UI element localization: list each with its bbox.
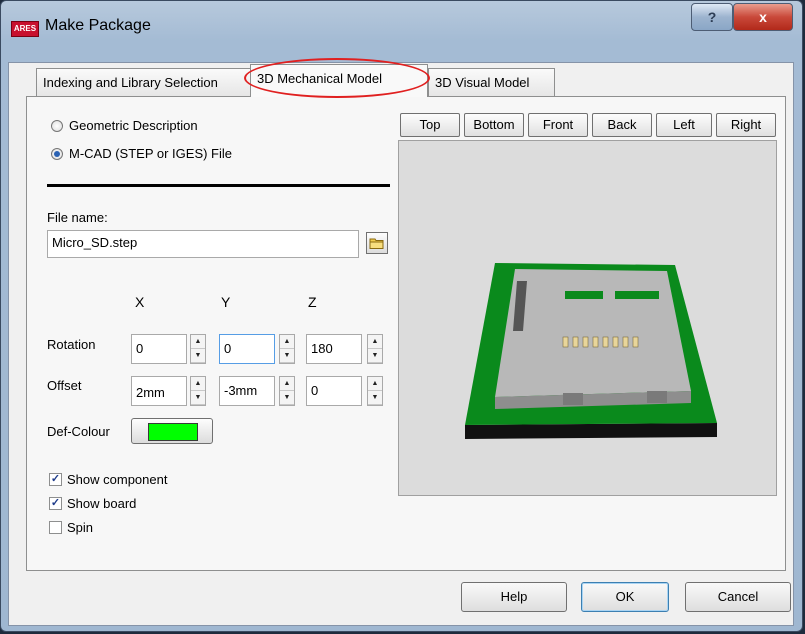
view-bottom-button[interactable]: Bottom bbox=[464, 113, 524, 137]
axis-y-header: Y bbox=[221, 294, 231, 310]
spin-down-icon[interactable]: ▼ bbox=[368, 349, 382, 363]
help-button[interactable]: Help bbox=[461, 582, 567, 612]
file-name-label: File name: bbox=[47, 210, 108, 225]
rotation-label: Rotation bbox=[47, 337, 96, 352]
cancel-button[interactable]: Cancel bbox=[685, 582, 791, 612]
view-left-button[interactable]: Left bbox=[656, 113, 712, 137]
file-name-input[interactable]: Micro_SD.step bbox=[47, 230, 359, 258]
window-title: Make Package bbox=[45, 17, 151, 34]
rotation-x-spinner[interactable]: ▲ ▼ bbox=[190, 334, 206, 364]
view-top-button[interactable]: Top bbox=[400, 113, 460, 137]
browse-file-button[interactable] bbox=[366, 232, 388, 254]
mcad-file-option[interactable]: M-CAD (STEP or IGES) File bbox=[51, 146, 232, 161]
shield-tab-1 bbox=[563, 393, 583, 405]
view-front-button[interactable]: Front bbox=[528, 113, 588, 137]
shield-tab-2 bbox=[647, 391, 667, 403]
tab-3d-mechanical-model[interactable]: 3D Mechanical Model bbox=[250, 64, 428, 97]
mcad-file-label: M-CAD (STEP or IGES) File bbox=[69, 146, 233, 161]
mcad-file-radio[interactable] bbox=[51, 147, 63, 160]
spin-up-icon[interactable]: ▲ bbox=[191, 377, 205, 391]
show-component-label: Show component bbox=[67, 472, 168, 487]
spin-option[interactable]: Spin bbox=[49, 520, 93, 535]
offset-label: Offset bbox=[47, 378, 82, 393]
geometric-description-option[interactable]: Geometric Description bbox=[51, 118, 198, 133]
view-right-button[interactable]: Right bbox=[716, 113, 776, 137]
show-component-checkbox[interactable]: ✓ bbox=[49, 473, 62, 486]
offset-z-input[interactable]: 0 bbox=[306, 376, 362, 406]
colour-swatch bbox=[148, 423, 198, 441]
component-window-2 bbox=[615, 291, 659, 299]
component-window-1 bbox=[565, 291, 603, 299]
ares-app-icon: ARES bbox=[11, 21, 39, 37]
3d-preview-viewport[interactable] bbox=[398, 140, 777, 496]
axis-x-header: X bbox=[135, 294, 145, 310]
spin-up-icon[interactable]: ▲ bbox=[368, 335, 382, 349]
show-component-option[interactable]: ✓ Show component bbox=[49, 472, 167, 487]
rotation-x-input[interactable]: 0 bbox=[131, 334, 187, 364]
offset-x-spinner[interactable]: ▲ ▼ bbox=[190, 376, 206, 406]
offset-x-input[interactable]: 2mm bbox=[131, 376, 187, 406]
spin-label: Spin bbox=[67, 520, 94, 535]
rotation-y-input[interactable]: 0 bbox=[219, 334, 275, 364]
spin-up-icon[interactable]: ▲ bbox=[368, 377, 382, 391]
geometric-description-label: Geometric Description bbox=[69, 118, 198, 133]
rotation-z-input[interactable]: 180 bbox=[306, 334, 362, 364]
def-colour-label: Def-Colour bbox=[47, 424, 110, 439]
offset-y-input[interactable]: -3mm bbox=[219, 376, 275, 406]
tab-indexing-library[interactable]: Indexing and Library Selection bbox=[36, 68, 252, 96]
spin-down-icon[interactable]: ▼ bbox=[191, 391, 205, 405]
spin-up-icon[interactable]: ▲ bbox=[191, 335, 205, 349]
show-board-option[interactable]: ✓ Show board bbox=[49, 496, 136, 511]
help-titlebar-button[interactable]: ? bbox=[691, 3, 733, 31]
folder-icon bbox=[369, 238, 384, 249]
spin-down-icon[interactable]: ▼ bbox=[280, 391, 294, 405]
spin-up-icon[interactable]: ▲ bbox=[280, 335, 294, 349]
show-board-label: Show board bbox=[67, 496, 137, 511]
offset-y-spinner[interactable]: ▲ ▼ bbox=[279, 376, 295, 406]
spin-down-icon[interactable]: ▼ bbox=[280, 349, 294, 363]
spin-checkbox[interactable] bbox=[49, 521, 62, 534]
spin-down-icon[interactable]: ▼ bbox=[191, 349, 205, 363]
separator-line bbox=[47, 184, 390, 187]
show-board-checkbox[interactable]: ✓ bbox=[49, 497, 62, 510]
board-edge bbox=[465, 423, 717, 439]
def-colour-button[interactable] bbox=[131, 418, 213, 444]
spin-up-icon[interactable]: ▲ bbox=[280, 377, 294, 391]
micro-sd-3d-model bbox=[465, 263, 717, 439]
spin-down-icon[interactable]: ▼ bbox=[368, 391, 382, 405]
rotation-y-spinner[interactable]: ▲ ▼ bbox=[279, 334, 295, 364]
close-button[interactable]: x bbox=[733, 3, 793, 31]
offset-z-spinner[interactable]: ▲ ▼ bbox=[367, 376, 383, 406]
tab-3d-visual-model[interactable]: 3D Visual Model bbox=[428, 68, 555, 96]
axis-z-header: Z bbox=[308, 294, 317, 310]
view-back-button[interactable]: Back bbox=[592, 113, 652, 137]
geometric-description-radio[interactable] bbox=[51, 119, 63, 132]
rotation-z-spinner[interactable]: ▲ ▼ bbox=[367, 334, 383, 364]
ok-button[interactable]: OK bbox=[581, 582, 669, 612]
title-bar[interactable]: ARES Make Package ? x bbox=[1, 1, 802, 41]
